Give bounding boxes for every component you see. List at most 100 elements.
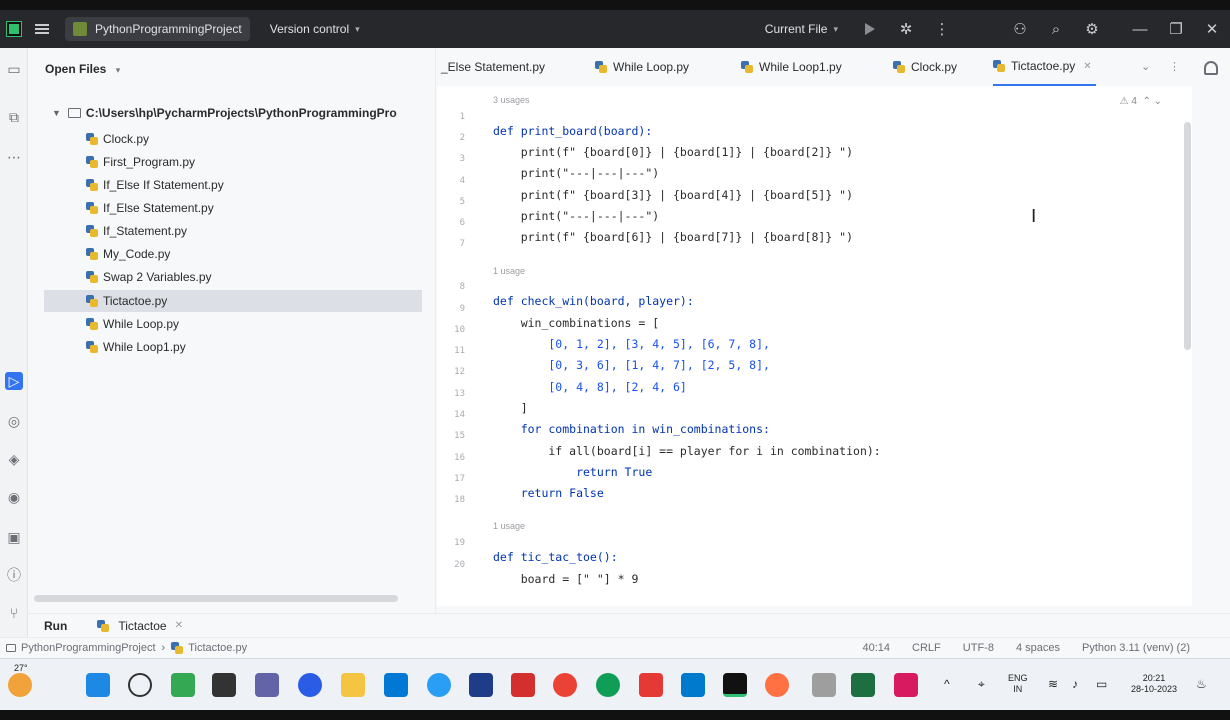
project-switcher[interactable]: PythonProgrammingProject [65,17,250,41]
tabs-dropdown-icon[interactable]: ⌄ [1141,60,1150,73]
code-line[interactable]: board = [" "] * 9 [493,572,639,586]
project-tool-icon[interactable]: ▭ [5,60,23,78]
editor-vertical-scrollbar[interactable] [1184,122,1191,350]
run-tab-label[interactable]: Run [44,619,67,633]
volume-icon[interactable]: ♪ [1072,678,1078,690]
code-line[interactable]: return False [493,486,604,500]
more-tools-icon[interactable]: ⋯ [5,148,23,166]
browser-icon[interactable] [596,673,620,697]
python-interpreter[interactable]: Python 3.11 (venv) (2) [1082,642,1190,654]
vcs-menu[interactable]: Version control ▾ [270,22,360,36]
notification-bell-icon[interactable]: ♨ [1196,678,1207,690]
pycharm-logo-icon[interactable] [7,22,21,36]
wifi-icon[interactable]: ≋ [1048,678,1058,690]
folder-icon[interactable] [341,673,365,697]
file-item-first-program[interactable]: First_Program.py [44,151,422,173]
office-icon[interactable] [639,673,663,697]
code-line[interactable]: [0, 3, 6], [1, 4, 7], [2, 5, 8], [493,358,770,372]
usage-hint[interactable]: 1 usage [493,521,525,531]
file-item-if-statement[interactable]: If_Statement.py [44,220,422,242]
services-icon[interactable]: ◉ [5,488,23,506]
code-line[interactable]: [0, 4, 8], [2, 4, 6] [493,380,687,394]
project-panel-header[interactable]: Open Files ▾ [45,62,120,76]
code-line[interactable]: for combination in win_combinations: [493,422,770,436]
copilot-icon[interactable] [171,673,195,697]
location-icon[interactable]: ⌖ [978,678,985,690]
run-tool-icon[interactable]: ▷ [5,372,23,390]
settings-icon[interactable]: ⚙ [1082,19,1102,39]
file-item-clock[interactable]: Clock.py [44,128,422,150]
chrome-icon[interactable] [553,673,577,697]
tab-else-statement[interactable]: _Else Statement.py [441,48,545,86]
code-line[interactable]: [0, 1, 2], [3, 4, 5], [6, 7, 8], [493,337,770,351]
code-line[interactable]: print(f" {board[0]} | {board[1]} | {boar… [493,145,853,159]
run-config-tab[interactable]: Tictactoe [118,619,166,633]
breadcrumb-file[interactable]: Tictactoe.py [188,642,247,654]
store-icon[interactable] [384,673,408,697]
line-number-gutter[interactable]: 1 2 3 4 5 6 7 8 9 10 11 12 13 14 15 16 1… [437,86,477,606]
python-packages-icon[interactable]: ◎ [5,412,23,430]
close-run-tab-icon[interactable]: ✕ [175,620,183,631]
tab-tictactoe[interactable]: Tictactoe.py ✕ [993,48,1096,86]
minimize-icon[interactable]: — [1130,19,1150,39]
code-line[interactable]: print(f" {board[3]} | {board[4]} | {boar… [493,188,853,202]
code-line[interactable]: print("---|---|---") [493,166,659,180]
clock[interactable]: 20:21 28-10-2023 [1124,673,1184,695]
structure-tool-icon[interactable]: ⧉ [5,108,23,126]
chat-icon[interactable] [298,673,322,697]
excel-icon[interactable] [851,673,875,697]
pycharm-taskbar-icon[interactable] [723,673,747,697]
teams-icon[interactable] [255,673,279,697]
app-icon[interactable] [894,673,918,697]
notifications-icon[interactable] [1204,61,1218,75]
code-line[interactable]: print("---|---|---") [493,209,659,223]
run-config-selector[interactable]: Current File ▾ [765,22,838,36]
battery-icon[interactable]: ▭ [1096,678,1107,690]
file-explorer-icon[interactable] [212,673,236,697]
app-icon[interactable] [469,673,493,697]
more-actions-icon[interactable]: ⋮ [932,19,952,39]
line-ending[interactable]: CRLF [912,642,941,654]
main-menu-icon[interactable] [35,22,49,36]
usage-hint[interactable]: 1 usage [493,266,525,276]
file-item-while-loop1[interactable]: While Loop1.py [44,336,422,358]
close-icon[interactable]: ✕ [1202,19,1222,39]
project-horizontal-scrollbar[interactable] [34,595,398,602]
inspection-widget[interactable]: ⚠ 4 ⌃ ⌄ [1120,96,1162,107]
code-line[interactable]: def print_board(board): [493,124,652,138]
tool-icon[interactable] [812,673,836,697]
code-line[interactable]: if all(board[i] == player for i in combi… [493,444,880,458]
layers-icon[interactable]: ◈ [5,450,23,468]
project-root-folder[interactable]: ▼ C:\Users\hp\PycharmProjects\PythonProg… [52,106,432,120]
weather-icon[interactable] [8,673,32,697]
usage-hint[interactable]: 3 usages [493,95,530,105]
search-icon[interactable]: ⌕ [1046,19,1066,39]
shield-icon[interactable] [511,673,535,697]
git-icon[interactable]: ⑂ [5,604,23,622]
file-item-tictactoe[interactable]: Tictactoe.py [44,290,422,312]
firefox-icon[interactable] [765,673,789,697]
close-tab-icon[interactable]: ✕ [1083,61,1091,72]
start-icon[interactable] [86,673,110,697]
debug-icon[interactable]: ✲ [896,19,916,39]
file-item-my-code[interactable]: My_Code.py [44,243,422,265]
run-icon[interactable] [860,19,880,39]
restore-icon[interactable]: ❐ [1166,19,1186,39]
code-line[interactable]: def check_win(board, player): [493,294,694,308]
code-line[interactable]: return True [493,465,652,479]
code-line[interactable]: ] [493,401,528,415]
problems-icon[interactable]: ⓘ [5,566,23,584]
indent-setting[interactable]: 4 spaces [1016,642,1060,654]
caret-position[interactable]: 40:14 [863,642,891,654]
code-editor[interactable]: ⚠ 4 ⌃ ⌄ 3 usages 1 usage 1 usage 1 2 3 4… [437,86,1192,606]
tab-clock[interactable]: Clock.py [893,48,957,86]
file-encoding[interactable]: UTF-8 [963,642,994,654]
breadcrumb-project[interactable]: PythonProgrammingProject [21,642,156,654]
file-item-if-else-if-statement[interactable]: If_Else If Statement.py [44,174,422,196]
vscode-icon[interactable] [681,673,705,697]
file-item-swap-2-variables[interactable]: Swap 2 Variables.py [44,266,422,288]
language-indicator[interactable]: ENG IN [1008,673,1028,695]
edge-icon[interactable] [427,673,451,697]
search-icon[interactable] [128,673,152,697]
code-line[interactable]: def tic_tac_toe(): [493,550,618,564]
